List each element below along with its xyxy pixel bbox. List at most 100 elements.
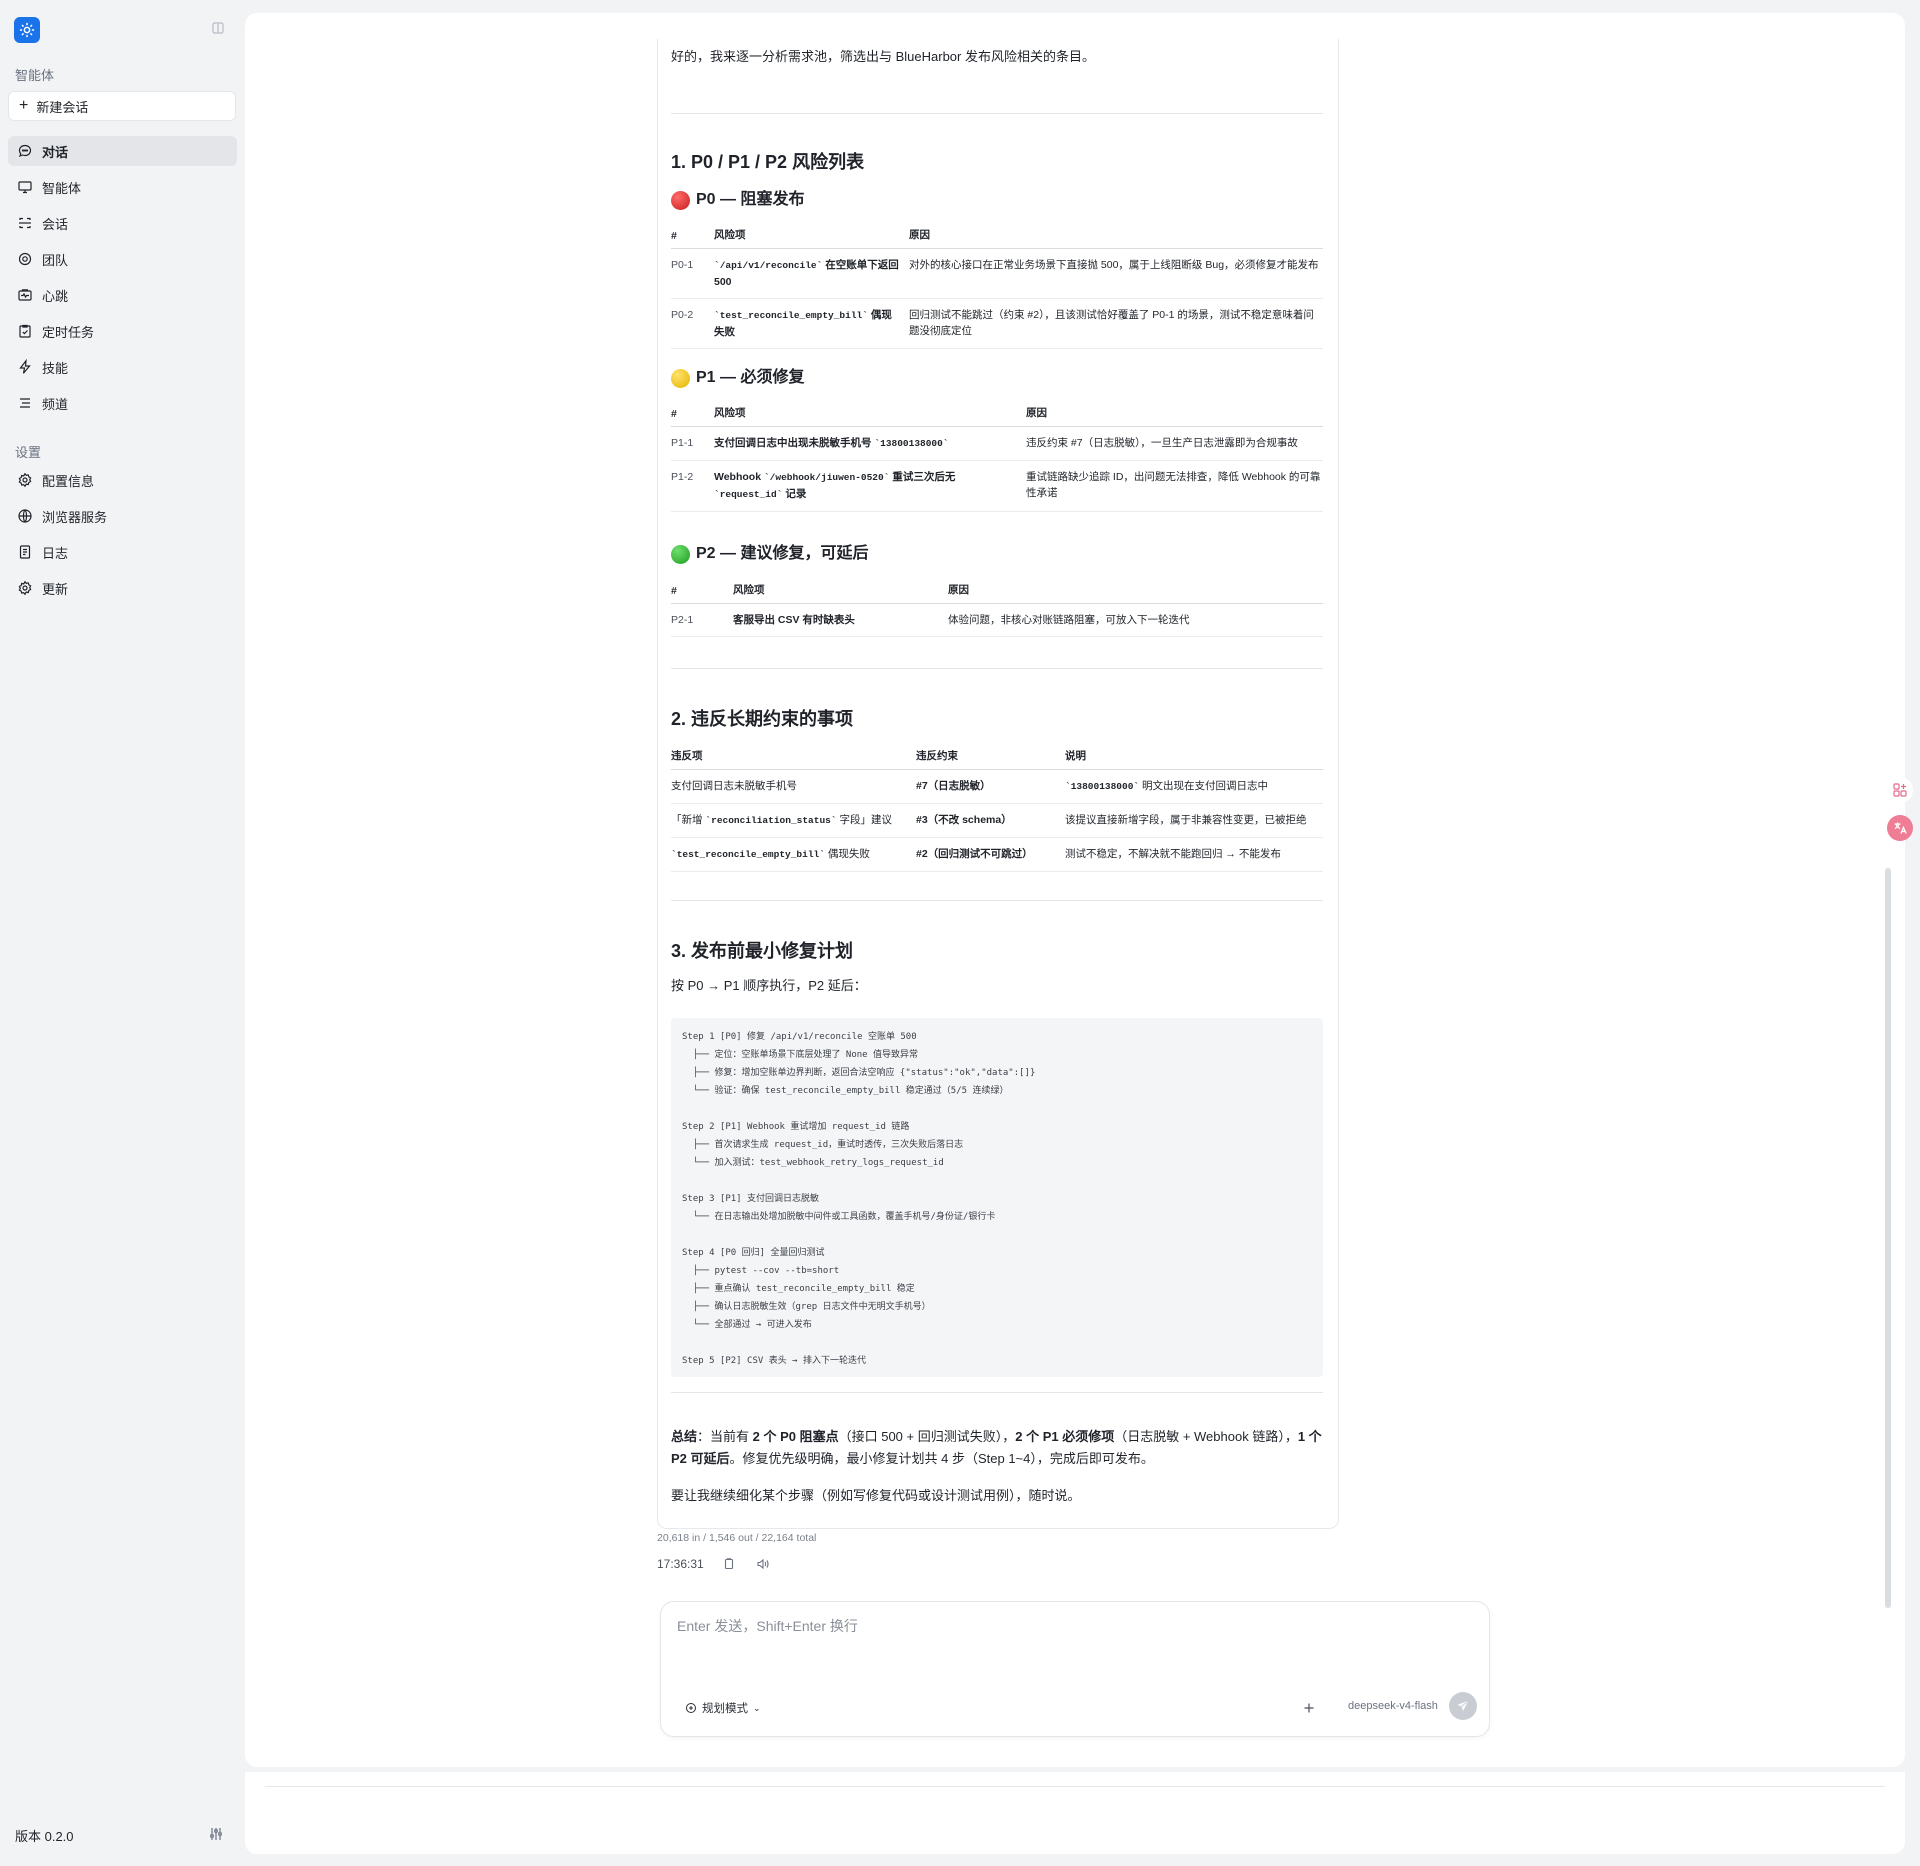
nav-item-update[interactable]: 更新 [8,573,237,603]
code-span: `/api/v1/reconcile` [714,260,823,271]
risk-reason: 回归测试不能跳过（约束 #2），且该测试恰好覆盖了 P0-1 的场景，测试不稳定… [909,298,1323,349]
risk-item-text: Webhook [714,471,764,483]
scrollbar[interactable] [1885,868,1891,1608]
nav-item-browser-service[interactable]: 浏览器服务 [8,501,237,531]
row-id: P2-1 [671,603,733,637]
mode-selector[interactable]: 规划模式 ⌄ [685,1700,761,1716]
table-row: P1-2 Webhook `/webhook/jiuwen-0520` 重试三次… [671,460,1323,512]
sidebar-collapse-icon[interactable] [211,21,225,35]
nav-item-label: 浏览器服务 [42,509,108,525]
chevron-down-icon: ⌄ [753,1702,761,1713]
table-row: 「新增 `reconciliation_status` 字段」建议 #3（不改 … [671,803,1323,838]
send-button[interactable] [1449,1692,1477,1720]
section2-title: 2. 违反长期约束的事项 [671,709,854,729]
monitor-icon [18,181,32,194]
section3-intro: 按 P0 → P1 顺序执行，P2 延后： [671,978,867,993]
p2-table: # 风险项 原因 P2-1 客服导出 CSV 有时缺表头 体验问题，非核心对账链… [671,579,1323,637]
nav-item-logs[interactable]: 日志 [8,537,237,567]
nav-item-label: 团队 [42,252,69,268]
closing-text: 要让我继续细化某个步骤（例如写修复代码或设计测试用例），随时说。 [671,1488,1081,1503]
violation-note: 明文出现在支付回调日志中 [1139,780,1269,792]
token-usage: 20,618 in / 1,546 out / 22,164 total [657,1532,817,1544]
risk-item-text: 重试三次后无 [889,471,956,483]
summary-label: 总结 [671,1429,698,1444]
lightning-icon [19,359,31,374]
nav-item-channels[interactable]: 频道 [8,388,237,418]
table-row: `test_reconcile_empty_bill` 偶现失败 #2（回归测试… [671,837,1323,872]
risk-reason: 重试链路缺少追踪 ID，出问题无法排查，降低 Webhook 的可靠性承诺 [1026,460,1323,512]
speaker-icon[interactable] [756,1557,770,1571]
table-header: # [671,579,733,604]
table-row: P0-1 `/api/v1/reconcile` 在空账单下返回 500 对外的… [671,248,1323,299]
sliders-icon[interactable] [208,1826,224,1842]
table-header: 风险项 [714,224,909,249]
violation-item: 「新增 [671,814,706,826]
nav-item-skills[interactable]: 技能 [8,352,237,382]
nav-item-scheduled-tasks[interactable]: 定时任务 [8,316,237,346]
table-row: 支付回调日志未脱敏手机号 #7（日志脱敏） `13800138000` 明文出现… [671,769,1323,804]
summary-highlight: 2 个 P1 必须修项 [1015,1429,1115,1444]
risk-item-text: 支付回调日志中出现未脱敏手机号 [714,437,875,449]
table-header: 原因 [909,224,1323,249]
nav-item-label: 定时任务 [42,324,95,340]
summary-paragraph: 总结：当前有 2 个 P0 阻塞点（接口 500 + 回归测试失败），2 个 P… [671,1426,1323,1470]
table-row: P0-2 `test_reconcile_empty_bill` 偶现失败 回归… [671,298,1323,349]
nav-item-label: 日志 [42,545,69,561]
copy-icon[interactable] [722,1557,736,1571]
summary-text: （日志脱敏 + Webhook 链路）， [1114,1429,1298,1444]
nav-item-config[interactable]: 配置信息 [8,465,237,495]
p2-title: P2 — 建议修复，可延后 [696,545,869,562]
p2-heading: P2 — 建议修复，可延后 [671,542,868,566]
p1-heading: P1 — 必须修复 [671,366,804,390]
nav-item-heartbeat[interactable]: 心跳 [8,280,237,310]
risk-reason: 违反约束 #7（日志脱敏），一旦生产日志泄露即为合规事故 [1026,426,1323,461]
new-chat-button[interactable]: + 新建会话 [8,91,236,121]
nav-item-label: 配置信息 [42,473,95,489]
code-span: `test_reconcile_empty_bill` [714,310,868,321]
violation-item: 支付回调日志未脱敏手机号 [671,769,916,804]
p0-title: P0 — 阻塞发布 [696,191,805,208]
summary-text: 。修复优先级明确，最小修复计划共 4 步（Step 1~4），完成后即可发布。 [729,1451,1154,1466]
apps-grid-icon[interactable] [1887,777,1913,803]
plan-mode-icon [686,1703,696,1713]
document-icon [19,545,31,559]
list-icon [20,398,30,408]
violated-constraint: #3（不改 schema） [916,814,1012,826]
green-circle-icon [671,544,690,564]
row-id: P1-1 [671,426,714,461]
code-block: Step 1 [P0] 修复 /api/v1/reconcile 空账单 500… [671,1018,1323,1377]
nav-item-chat[interactable]: 对话 [8,136,237,166]
app-logo-icon[interactable] [14,17,40,43]
version-label: 版本 0.2.0 [15,1829,74,1844]
violated-constraint: #2（回归测试不可跳过） [916,848,1033,860]
model-selector[interactable]: deepseek-v4-flash [1348,1700,1438,1712]
translate-icon[interactable] [1887,815,1913,841]
mode-label: 规划模式 [702,1703,748,1715]
attach-plus-icon[interactable] [1302,1701,1316,1715]
code-span: `reconciliation_status` [705,815,837,826]
violation-item: 偶现失败 [824,848,870,860]
violated-constraint: #7（日志脱敏） [916,780,991,792]
p1-table: # 风险项 原因 P1-1 支付回调日志中出现未脱敏手机号 `138001380… [671,402,1323,512]
nav-item-team[interactable]: 团队 [8,244,237,274]
summary-text: （接口 500 + 回归测试失败）， [838,1429,1016,1444]
violation-note: 测试不稳定，不解决就不能跑回归 → 不能发布 [1065,837,1323,872]
row-id: P0-1 [671,248,714,299]
summary-highlight: 2 个 P0 阻塞点 [752,1429,839,1444]
nav-item-label: 心跳 [42,288,69,304]
red-circle-icon [671,190,690,210]
section3-title: 3. 发布前最小修复计划 [671,941,854,961]
plus-icon: + [19,97,29,114]
code-span: `request_id` [714,489,783,500]
gear-icon [18,472,32,488]
nav-item-sessions[interactable]: 会话 [8,208,237,238]
table-row: P1-1 支付回调日志中出现未脱敏手机号 `13800138000` 违反约束 … [671,426,1323,461]
agent-section-label: 智能体 [15,68,55,83]
message-input[interactable] [675,1614,1469,1678]
nav-item-agents[interactable]: 智能体 [8,172,237,202]
p1-title: P1 — 必须修复 [696,369,805,386]
nav-item-label: 会话 [42,216,69,232]
intro-text: 好的，我来逐一分析需求池，筛选出与 BlueHarbor 发布风险相关的条目。 [671,49,1095,64]
divider [265,1786,1885,1787]
nav-item-label: 频道 [42,396,69,412]
